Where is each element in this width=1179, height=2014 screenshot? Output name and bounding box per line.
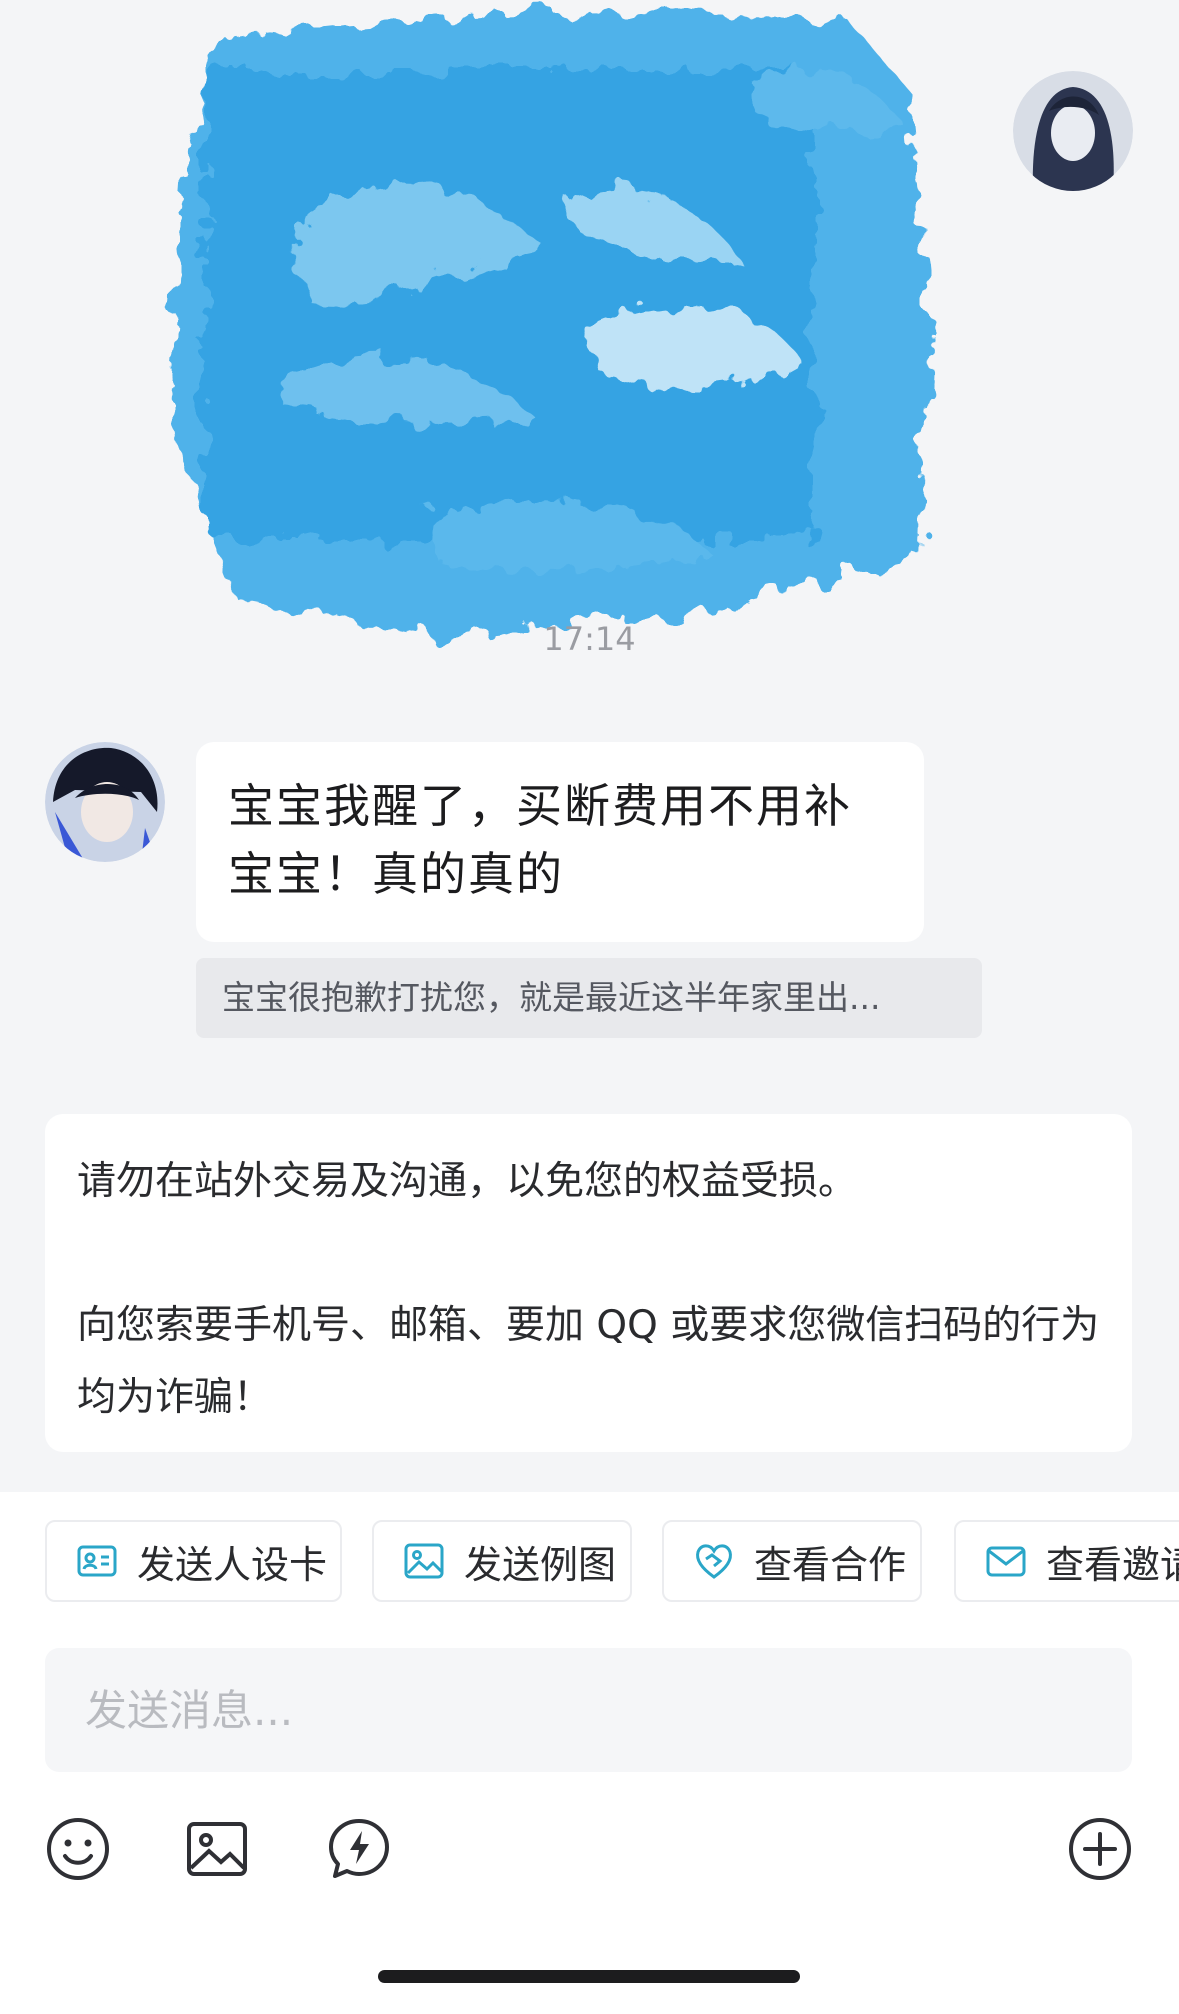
- quick-reply-button[interactable]: [326, 1816, 392, 1882]
- chip-label: 发送例图: [464, 1542, 617, 1587]
- send-character-card-button[interactable]: 发送人设卡: [45, 1520, 342, 1602]
- send-example-image-button[interactable]: 发送例图: [372, 1520, 632, 1602]
- more-options-button[interactable]: [1067, 1816, 1133, 1882]
- chip-label: 发送人设卡: [137, 1542, 328, 1587]
- handshake-heart-icon: [696, 1544, 732, 1579]
- image-icon: [404, 1543, 444, 1579]
- emoji-button[interactable]: [45, 1816, 111, 1882]
- plus-circle-icon: [1069, 1818, 1131, 1880]
- message-input[interactable]: [45, 1648, 1132, 1772]
- view-collaboration-button[interactable]: 查看合作: [662, 1520, 922, 1602]
- home-indicator[interactable]: [378, 1970, 800, 1983]
- image-button[interactable]: [184, 1816, 250, 1882]
- id-card-icon: [77, 1545, 117, 1577]
- incoming-message-bubble[interactable]: 宝宝我醒了，买断费用不用补宝宝！真的真的: [196, 742, 924, 942]
- chip-label: 查看邀请: [1046, 1542, 1179, 1587]
- safety-notice-line-2: 向您索要手机号、邮箱、要加 QQ 或要求您微信扫码的行为均为诈骗！: [77, 1303, 1100, 1420]
- view-invitation-button[interactable]: 查看邀请: [954, 1520, 1179, 1602]
- image-icon: [187, 1822, 247, 1876]
- redacted-image-message[interactable]: [148, 0, 1038, 652]
- quick-action-bar[interactable]: 发送人设卡 发送例图 查看合作 查看邀: [0, 1520, 1179, 1604]
- chip-label: 查看合作: [754, 1542, 907, 1587]
- emoji-icon: [47, 1818, 109, 1880]
- my-avatar[interactable]: [1013, 71, 1133, 191]
- contact-avatar[interactable]: [45, 742, 165, 862]
- quick-reply-icon: [329, 1819, 389, 1878]
- message-timestamp: 17:14: [543, 620, 636, 658]
- incoming-message-text: 宝宝我醒了，买断费用不用补宝宝！真的真的: [228, 779, 852, 901]
- notice-spacer: [77, 1218, 1102, 1290]
- envelope-icon: [986, 1546, 1026, 1577]
- bottom-panel: 发送人设卡 发送例图 查看合作 查看邀 发送消息...: [0, 1492, 1179, 2014]
- quoted-message[interactable]: 宝宝很抱歉打扰您，就是最近这半年家里出...: [196, 958, 982, 1038]
- safety-notice-line-1: 请勿在站外交易及沟通，以免您的权益受损。: [77, 1159, 858, 1204]
- safety-notice: 请勿在站外交易及沟通，以免您的权益受损。 向您索要手机号、邮箱、要加 QQ 或要…: [45, 1114, 1132, 1452]
- chat-screen: 17:14 宝宝我醒了，买断费用不用补宝宝！真的真的 宝宝很抱歉打扰您，就是最近…: [0, 0, 1179, 2014]
